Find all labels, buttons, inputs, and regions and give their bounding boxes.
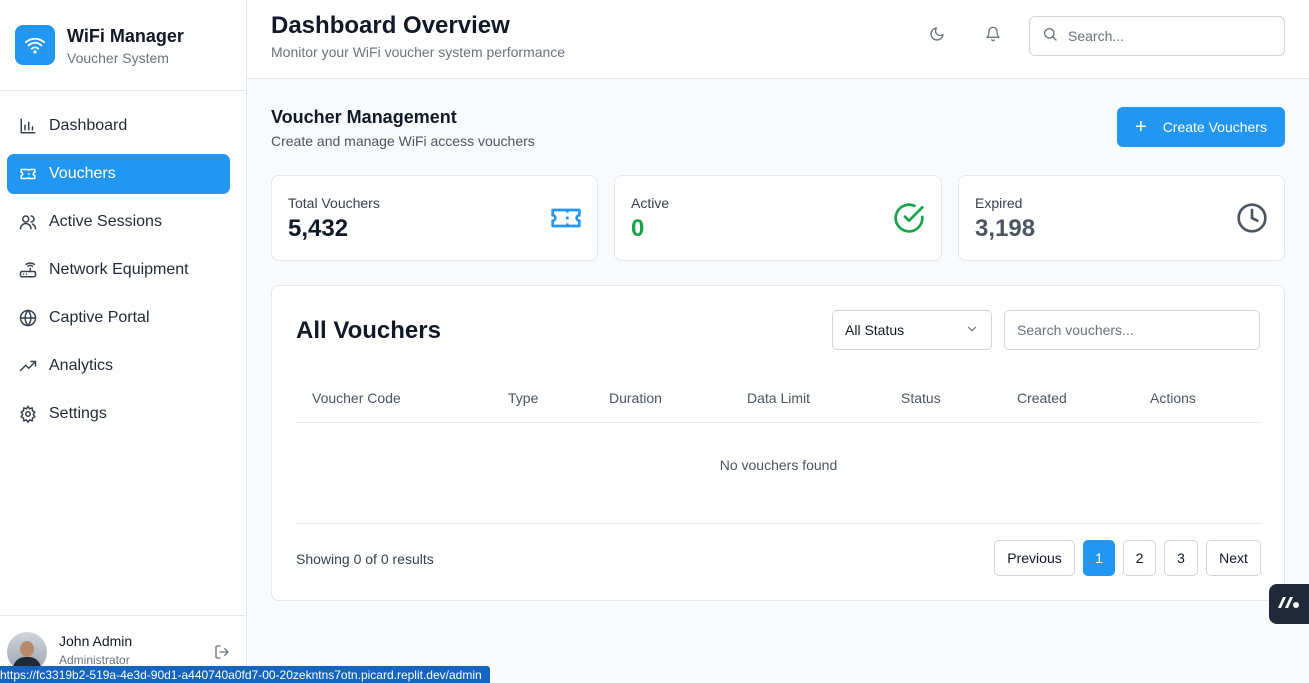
plus-icon: + <box>1135 116 1147 138</box>
voucher-search[interactable] <box>1004 310 1260 350</box>
sidebar-item-label: Analytics <box>49 357 114 374</box>
stat-card-active: Active 0 <box>614 175 942 261</box>
voucher-search-input[interactable] <box>1017 322 1247 338</box>
previous-page-button[interactable]: Previous <box>994 540 1075 576</box>
user-role: Administrator <box>59 653 130 667</box>
globe-icon <box>19 309 37 327</box>
status-bar-url: https://fc3319b2-519a-4e3d-90d1-a440740a… <box>0 666 490 683</box>
column-header: Data Limit <box>747 390 811 406</box>
wifi-icon <box>15 25 55 65</box>
bar-chart-icon <box>19 117 37 135</box>
stat-value: 0 <box>631 215 645 242</box>
create-vouchers-button[interactable]: + Create Vouchers <box>1117 107 1285 147</box>
clock-icon <box>1236 202 1268 239</box>
brand-title: WiFi Manager <box>67 25 184 46</box>
sidebar-item-label: Network Equipment <box>49 261 189 278</box>
ticket-icon <box>19 165 37 183</box>
sidebar-nav: Dashboard Vouchers Active Sessions Netwo… <box>0 91 246 434</box>
column-header: Duration <box>609 390 662 406</box>
page-subtitle: Monitor your WiFi voucher system perform… <box>271 44 566 60</box>
vouchers-card: All Vouchers All Status Voucher Code Typ… <box>271 285 1285 601</box>
column-header: Created <box>1017 390 1067 406</box>
status-filter-select[interactable]: All Status <box>832 310 992 350</box>
empty-state: No vouchers found <box>296 423 1261 524</box>
user-name: John Admin <box>59 633 133 649</box>
brand-subtitle: Voucher System <box>67 49 169 66</box>
theme-toggle-button[interactable] <box>926 25 948 47</box>
stat-value: 3,198 <box>975 215 1036 242</box>
stat-card-expired: Expired 3,198 <box>958 175 1285 261</box>
table-header: Voucher Code Type Duration Data Limit St… <box>296 374 1261 423</box>
top-header: Dashboard Overview Monitor your WiFi vou… <box>247 0 1309 79</box>
bell-icon <box>985 26 1001 47</box>
stat-label: Active <box>631 195 670 211</box>
sidebar-item-analytics[interactable]: Analytics <box>7 346 230 386</box>
sidebar-item-network-equipment[interactable]: Network Equipment <box>7 250 230 290</box>
page-button-2[interactable]: 2 <box>1123 540 1156 576</box>
logout-icon[interactable] <box>214 644 230 665</box>
ticket-icon <box>550 202 582 239</box>
users-icon <box>19 213 37 231</box>
section-title: Voucher Management <box>271 107 457 127</box>
sidebar-item-vouchers[interactable]: Vouchers <box>7 154 230 194</box>
sidebar-item-label: Captive Portal <box>49 309 150 326</box>
page-button-3[interactable]: 3 <box>1164 540 1198 576</box>
next-page-button[interactable]: Next <box>1206 540 1261 576</box>
sidebar-item-label: Settings <box>49 405 107 422</box>
notifications-button[interactable] <box>982 25 1004 47</box>
floating-widget-button[interactable] <box>1269 584 1309 624</box>
chevron-down-icon <box>965 322 979 339</box>
sidebar-item-dashboard[interactable]: Dashboard <box>7 106 230 146</box>
stat-label: Total Vouchers <box>288 195 380 211</box>
moon-icon <box>929 26 945 47</box>
section-subtitle: Create and manage WiFi access vouchers <box>271 133 535 149</box>
column-header: Actions <box>1150 390 1196 406</box>
results-count: Showing 0 of 0 results <box>296 551 434 567</box>
brand: WiFi Manager Voucher System <box>0 0 246 91</box>
column-header: Type <box>508 390 539 406</box>
sidebar-item-active-sessions[interactable]: Active Sessions <box>7 202 230 242</box>
sidebar: WiFi Manager Voucher System Dashboard Vo… <box>0 0 247 683</box>
search-icon <box>1042 26 1058 47</box>
status-filter-value: All Status <box>845 322 905 338</box>
stat-card-total: Total Vouchers 5,432 <box>271 175 598 261</box>
column-header: Status <box>901 390 941 406</box>
stat-value: 5,432 <box>288 215 349 242</box>
stat-label: Expired <box>975 195 1023 211</box>
sidebar-item-label: Vouchers <box>49 165 116 182</box>
create-vouchers-label: Create Vouchers <box>1162 119 1267 135</box>
global-search[interactable] <box>1029 16 1285 56</box>
vouchers-title: All Vouchers <box>296 317 441 344</box>
search-input[interactable] <box>1068 28 1268 44</box>
sidebar-item-label: Dashboard <box>49 117 128 134</box>
column-header: Voucher Code <box>312 390 401 406</box>
sidebar-item-settings[interactable]: Settings <box>7 394 230 434</box>
router-icon <box>19 261 37 279</box>
check-circle-icon <box>893 202 925 239</box>
sidebar-item-captive-portal[interactable]: Captive Portal <box>7 298 230 338</box>
logo-icon <box>1276 594 1302 615</box>
page-title: Dashboard Overview <box>271 12 510 39</box>
gear-icon <box>19 405 37 423</box>
trending-up-icon <box>19 357 37 375</box>
page-button-1[interactable]: 1 <box>1083 540 1115 576</box>
sidebar-item-label: Active Sessions <box>49 213 162 230</box>
